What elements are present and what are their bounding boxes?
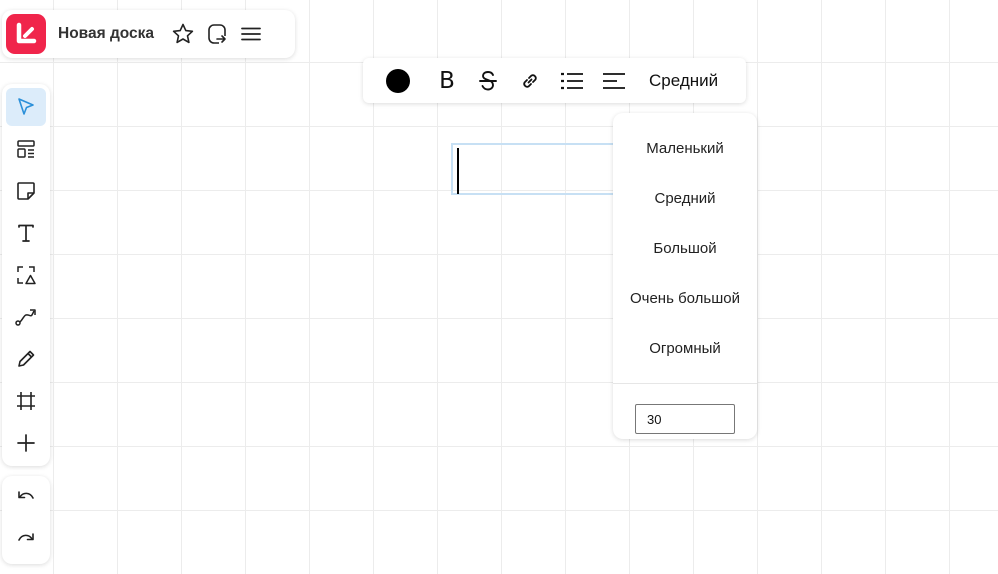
font-size-dropdown[interactable]: Средний <box>649 64 718 98</box>
sticky-note-tool-icon[interactable] <box>6 172 46 210</box>
plus-icon[interactable] <box>6 424 46 462</box>
size-option-huge[interactable]: Огромный <box>613 323 757 373</box>
strikethrough-icon[interactable] <box>476 64 500 98</box>
text-format-toolbar: B Средний <box>363 58 746 103</box>
share-icon[interactable] <box>200 17 234 51</box>
shapes-tool-icon[interactable] <box>6 256 46 294</box>
bullet-list-icon[interactable] <box>559 64 585 98</box>
undo-icon[interactable] <box>6 479 46 517</box>
board-title[interactable]: Новая доска <box>58 25 154 43</box>
align-left-icon[interactable] <box>601 64 627 98</box>
color-swatch-icon <box>386 68 410 93</box>
custom-size-input[interactable] <box>635 404 735 434</box>
tool-palette <box>2 84 50 466</box>
pen-tool-icon[interactable] <box>6 340 46 378</box>
size-option-very-large[interactable]: Очень большой <box>613 273 757 323</box>
templates-tool-icon[interactable] <box>6 130 46 168</box>
size-option-large[interactable]: Большой <box>613 223 757 273</box>
text-cursor <box>457 148 459 194</box>
bold-button[interactable]: B <box>435 64 459 98</box>
size-option-small[interactable]: Маленький <box>613 123 757 173</box>
frame-tool-icon[interactable] <box>6 382 46 420</box>
size-option-medium[interactable]: Средний <box>613 173 757 223</box>
font-size-menu: Маленький Средний Большой Очень большой … <box>613 113 757 439</box>
link-icon[interactable] <box>518 64 542 98</box>
select-tool-icon[interactable] <box>6 88 46 126</box>
board-header: Новая доска <box>2 10 295 58</box>
text-box[interactable] <box>451 143 621 195</box>
star-icon[interactable] <box>166 17 200 51</box>
redo-icon[interactable] <box>6 521 46 559</box>
menu-icon[interactable] <box>234 17 268 51</box>
history-panel <box>2 476 50 564</box>
text-color-button[interactable] <box>385 64 411 98</box>
text-tool-icon[interactable] <box>6 214 46 252</box>
connector-tool-icon[interactable] <box>6 298 46 336</box>
menu-divider <box>613 383 757 384</box>
app-logo-icon[interactable] <box>6 14 46 54</box>
